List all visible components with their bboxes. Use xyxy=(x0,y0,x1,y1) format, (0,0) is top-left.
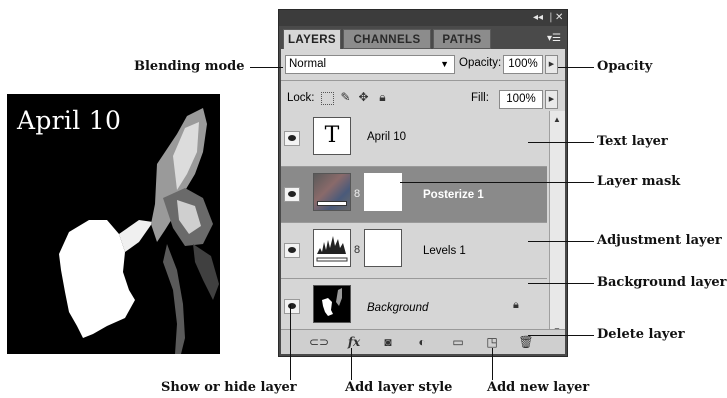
lock-position-icon[interactable]: ✥ xyxy=(357,91,370,104)
layers-panel: ◂◂ | ✕ LAYERS CHANNELS PATHS ▾☰ Normal ▼… xyxy=(278,9,568,357)
callout-add-new: Add new layer xyxy=(487,380,590,395)
posterize-thumbnail xyxy=(313,173,351,211)
callout-line xyxy=(528,335,594,336)
lock-transparent-pixels-icon[interactable] xyxy=(321,92,334,105)
divider xyxy=(281,80,565,81)
tab-paths[interactable]: PATHS xyxy=(433,29,491,49)
levels-thumbnail xyxy=(313,229,351,267)
blending-mode-value: Normal xyxy=(289,58,327,70)
layer-row-levels[interactable]: 8 Levels 1 xyxy=(281,223,547,279)
link-icon[interactable]: 8 xyxy=(354,188,360,200)
layer-name: Levels 1 xyxy=(423,245,466,257)
link-layers-icon[interactable]: ⊂⊃ xyxy=(309,334,329,350)
callout-line xyxy=(400,182,594,183)
fill-slider-button[interactable]: ▶ xyxy=(545,90,558,109)
callout-line xyxy=(492,348,493,380)
scroll-up-icon[interactable]: ▲ xyxy=(553,115,561,124)
panel-body: Normal ▼ Opacity: 100% ▶ Lock: ✎ ✥ 🔒︎ Fi… xyxy=(281,49,565,354)
callout-delete-layer: Delete layer xyxy=(597,327,685,342)
callout-layer-mask: Layer mask xyxy=(597,174,681,189)
eye-icon[interactable] xyxy=(284,243,300,258)
layer-mask-thumbnail[interactable] xyxy=(364,173,402,211)
layer-row-posterize[interactable]: 8 Posterize 1 xyxy=(281,167,547,223)
lock-icon: 🔒︎ xyxy=(513,299,519,311)
callout-line xyxy=(528,283,594,284)
callout-show-hide: Show or hide layer xyxy=(161,380,297,395)
callout-text-layer: Text layer xyxy=(597,134,668,149)
dropdown-arrow-icon: ▼ xyxy=(440,59,449,69)
layer-name: April 10 xyxy=(367,131,406,143)
callout-adjustment-layer: Adjustment layer xyxy=(597,233,722,248)
opacity-input[interactable]: 100% xyxy=(503,55,543,74)
callout-line xyxy=(290,304,291,380)
background-thumbnail xyxy=(313,285,351,323)
document-preview: April 10 xyxy=(7,94,220,354)
callout-background-layer: Background layer xyxy=(597,275,727,290)
fill-input[interactable]: 100% xyxy=(499,90,543,109)
lock-image-pixels-icon[interactable]: ✎ xyxy=(339,91,352,104)
fill-label: Fill: xyxy=(471,92,489,104)
tab-layers[interactable]: LAYERS xyxy=(283,29,341,51)
callout-line xyxy=(558,67,594,68)
tab-channels[interactable]: CHANNELS xyxy=(343,29,431,49)
callout-line xyxy=(528,142,594,143)
image-caption: April 10 xyxy=(17,106,122,135)
callout-line xyxy=(351,348,352,380)
panel-tabs: LAYERS CHANNELS PATHS ▾☰ xyxy=(281,26,565,51)
eye-icon[interactable] xyxy=(284,299,300,314)
panel-footer: ⊂⊃ fx ◙ ◐ ▭ ◳ 🗑︎ xyxy=(281,329,565,354)
layer-mask-thumbnail[interactable] xyxy=(364,229,402,267)
panel-menu-icon[interactable]: ▾☰ xyxy=(547,33,561,44)
callout-line xyxy=(528,241,594,242)
layer-name: Background xyxy=(367,302,429,314)
panel-titlebar: ◂◂ | ✕ xyxy=(279,10,567,26)
callout-add-style: Add layer style xyxy=(345,380,453,395)
add-layer-style-icon[interactable]: fx xyxy=(345,334,363,350)
layer-row-text[interactable]: T April 10 xyxy=(281,111,547,167)
add-mask-icon[interactable]: ◙ xyxy=(379,334,397,350)
eye-icon[interactable] xyxy=(284,187,300,202)
collapse-panel-icon[interactable]: ◂◂ xyxy=(533,12,543,23)
callout-blending-mode: Blending mode xyxy=(134,59,245,74)
link-icon[interactable]: 8 xyxy=(354,244,360,256)
opacity-label: Opacity: xyxy=(459,57,502,69)
layers-list: T April 10 8 Posterize 1 8 Levels 1 Back… xyxy=(281,111,547,339)
layer-name: Posterize 1 xyxy=(423,189,484,201)
close-panel-icon[interactable]: ✕ xyxy=(555,12,563,23)
text-layer-thumbnail: T xyxy=(313,117,351,155)
trash-icon[interactable]: 🗑︎ xyxy=(517,334,535,350)
layer-row-background[interactable]: Background 🔒︎ xyxy=(281,279,547,335)
blending-mode-select[interactable]: Normal ▼ xyxy=(285,55,455,74)
eye-icon[interactable] xyxy=(284,131,300,146)
new-adjustment-layer-icon[interactable]: ◐ xyxy=(413,334,431,350)
callout-line xyxy=(250,67,283,68)
titlebar-divider: | xyxy=(549,12,553,23)
callout-opacity: Opacity xyxy=(597,59,653,74)
opacity-slider-button[interactable]: ▶ xyxy=(545,55,558,74)
layers-scrollbar[interactable]: ▲ ▼ xyxy=(549,111,565,339)
lock-all-icon[interactable]: 🔒︎ xyxy=(376,91,389,104)
new-group-icon[interactable]: ▭ xyxy=(449,334,467,350)
lock-label: Lock: xyxy=(287,92,315,104)
